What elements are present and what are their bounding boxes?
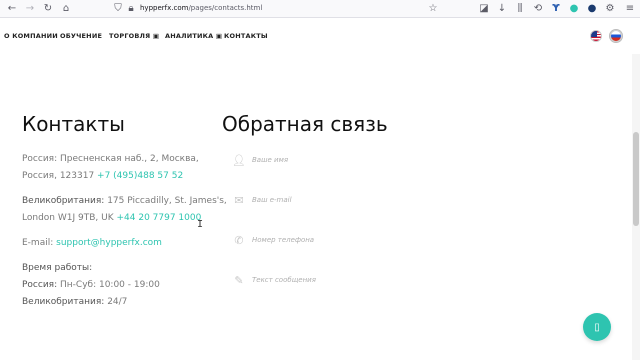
phone-field-row: ✆ (232, 232, 372, 248)
callback-button[interactable]: ▯ (583, 313, 611, 341)
reload-icon[interactable]: ↻ (42, 3, 54, 15)
russia-address-line-1: Россия: Пресненская наб., 2, Москва, (22, 154, 199, 164)
settings-gear-icon[interactable]: ⚙ (604, 3, 616, 15)
shield-icon[interactable]: ⛉ (112, 3, 124, 15)
history-icon[interactable]: ⟲ (532, 3, 544, 15)
extension-translate-icon[interactable]: Ɏ (550, 3, 562, 15)
user-icon: 👤︎ (232, 153, 246, 167)
phone-icon: ✆ (234, 233, 244, 247)
forward-icon[interactable]: → (24, 3, 36, 15)
message-field-row: ✎ (232, 272, 372, 288)
name-field-row: 👤︎ (232, 152, 372, 168)
language-en-flag-icon[interactable] (590, 30, 602, 42)
phone-input[interactable] (252, 236, 362, 244)
extension-green-icon[interactable]: ● (568, 3, 580, 15)
language-ru-flag-icon[interactable] (610, 30, 622, 42)
pen-icon: ✎ (234, 273, 244, 287)
pocket-icon[interactable]: ◪ (478, 3, 490, 15)
nav-item-contacts[interactable]: КОНТАКТЫ (224, 32, 268, 40)
site-nav: О КОМПАНИИ ОБУЧЕНИЕ ТОРГОВЛЯ ▣ АНАЛИТИКА… (0, 18, 640, 54)
message-input[interactable] (252, 276, 362, 284)
library-icon[interactable]: ⫼ (514, 3, 526, 15)
nav-item-education[interactable]: ОБУЧЕНИЕ (60, 32, 102, 40)
feedback-title: Обратная связь (222, 112, 388, 136)
uk-phone-link[interactable]: +44 20 7797 1000 (116, 213, 201, 223)
scrollbar-thumb[interactable] (633, 132, 639, 226)
nav-item-about[interactable]: О КОМПАНИИ (4, 32, 58, 40)
email-input[interactable] (252, 196, 362, 204)
hours-uk-line: Великобритания: 24/7 (22, 297, 128, 307)
nav-item-analytics[interactable]: АНАЛИТИКА ▣ (165, 32, 222, 40)
page-scrollbar[interactable] (632, 54, 640, 360)
envelope-icon: ✉ (234, 193, 244, 207)
uk-address-line-1: Великобритания: 175 Piccadilly, St. Jame… (22, 196, 227, 206)
trading-dropdown-icon: ▣ (152, 32, 160, 40)
analytics-dropdown-icon: ▣ (215, 32, 223, 40)
russia-phone-link[interactable]: +7 (495)488 57 52 (97, 171, 183, 181)
email-link[interactable]: support@hypperfx.com (56, 238, 162, 248)
russia-address-line-2: Россия, 123317 +7 (495)488 57 52 (22, 171, 184, 181)
text-cursor-icon: I (197, 219, 204, 230)
browser-toolbar: ← → ↻ ⌂ ⛉ 🔒︎ hypperfx.com/pages/contacts… (0, 0, 640, 18)
bookmark-star-icon[interactable]: ☆ (427, 3, 439, 15)
email-field-row: ✉ (232, 192, 372, 208)
download-icon[interactable]: ↓ (496, 3, 508, 15)
working-hours-title: Время работы: (22, 263, 93, 273)
name-input[interactable] (252, 156, 362, 164)
back-icon[interactable]: ← (6, 3, 18, 15)
lock-icon[interactable]: 🔒︎ (125, 3, 137, 15)
menu-icon[interactable]: ≡ (624, 3, 636, 15)
phone-device-icon: ▯ (594, 321, 600, 333)
email-line: E-mail: support@hypperfx.com (22, 238, 162, 248)
hours-russia-line: Россия: Пн-Суб: 10:00 - 19:00 (22, 280, 160, 290)
extension-blue-icon[interactable]: ● (586, 3, 598, 15)
contacts-title: Контакты (22, 112, 125, 136)
uk-address-line-2: London W1J 9TB, UK +44 20 7797 1000 (22, 213, 202, 223)
url-bar[interactable]: hypperfx.com/pages/contacts.html (140, 4, 262, 12)
nav-item-trading[interactable]: ТОРГОВЛЯ ▣ (109, 32, 159, 40)
home-icon[interactable]: ⌂ (60, 3, 72, 15)
